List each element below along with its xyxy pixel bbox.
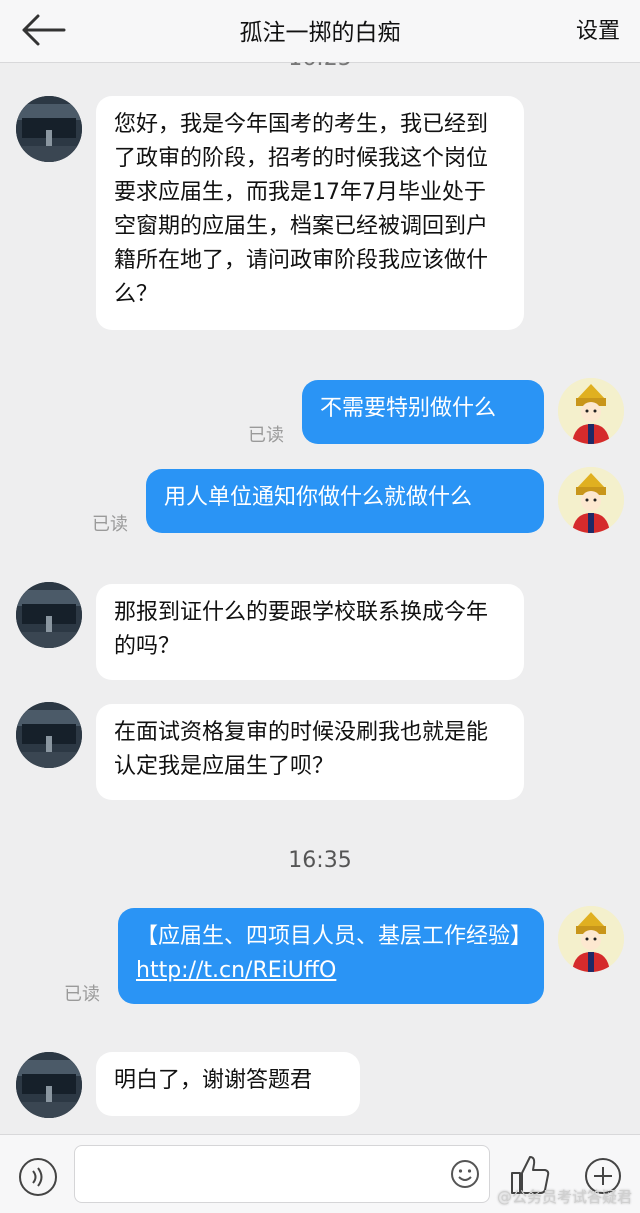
user-avatar[interactable] xyxy=(558,467,624,533)
message-bubble-incoming[interactable]: 那报到证什么的要跟学校联系换成今年的吗？ xyxy=(96,584,524,680)
voice-icon[interactable] xyxy=(18,1157,58,1197)
emoji-icon[interactable] xyxy=(450,1159,480,1189)
chat-title: 孤注一掷的白痴 xyxy=(239,20,401,46)
message-bubble-incoming[interactable]: 在面试资格复审的时候没刷我也就是能认定我是应届生了呗？ xyxy=(96,704,524,800)
contact-avatar[interactable] xyxy=(16,582,82,648)
contact-avatar[interactable] xyxy=(16,702,82,768)
message-text: 【应届生、四项目人员、基层工作经验】 xyxy=(136,924,533,949)
read-status: 已读 xyxy=(248,425,284,446)
chat-header: 孤注一掷的白痴 设置 xyxy=(0,0,640,63)
message-input-field[interactable] xyxy=(74,1145,490,1203)
timestamp: 16:35 xyxy=(288,848,352,873)
message-bubble-incoming[interactable]: 您好，我是今年国考的考生，我已经到了政审的阶段，招考的时候我这个岗位要求应届生，… xyxy=(96,96,524,330)
contact-avatar[interactable] xyxy=(16,1052,82,1118)
read-status: 已读 xyxy=(92,514,128,535)
read-status: 已读 xyxy=(64,984,100,1005)
message-bubble-incoming[interactable]: 明白了，谢谢答题君 xyxy=(96,1052,360,1116)
settings-button[interactable]: 设置 xyxy=(576,13,620,45)
back-arrow-icon[interactable] xyxy=(18,12,70,48)
message-bubble-outgoing[interactable]: 【应届生、四项目人员、基层工作经验】 http://t.cn/REiUffO xyxy=(118,908,544,1004)
message-link[interactable]: http://t.cn/REiUffO xyxy=(136,958,336,983)
user-avatar[interactable] xyxy=(558,378,624,444)
message-bubble-outgoing[interactable]: 用人单位通知你做什么就做什么 xyxy=(146,469,544,533)
message-input[interactable] xyxy=(85,1146,449,1202)
contact-avatar[interactable] xyxy=(16,96,82,162)
watermark: @公务员考试答疑君 xyxy=(496,1188,632,1206)
message-bubble-outgoing[interactable]: 不需要特别做什么 xyxy=(302,380,544,444)
timestamp-top: 16:25 xyxy=(0,62,640,74)
user-avatar[interactable] xyxy=(558,906,624,972)
